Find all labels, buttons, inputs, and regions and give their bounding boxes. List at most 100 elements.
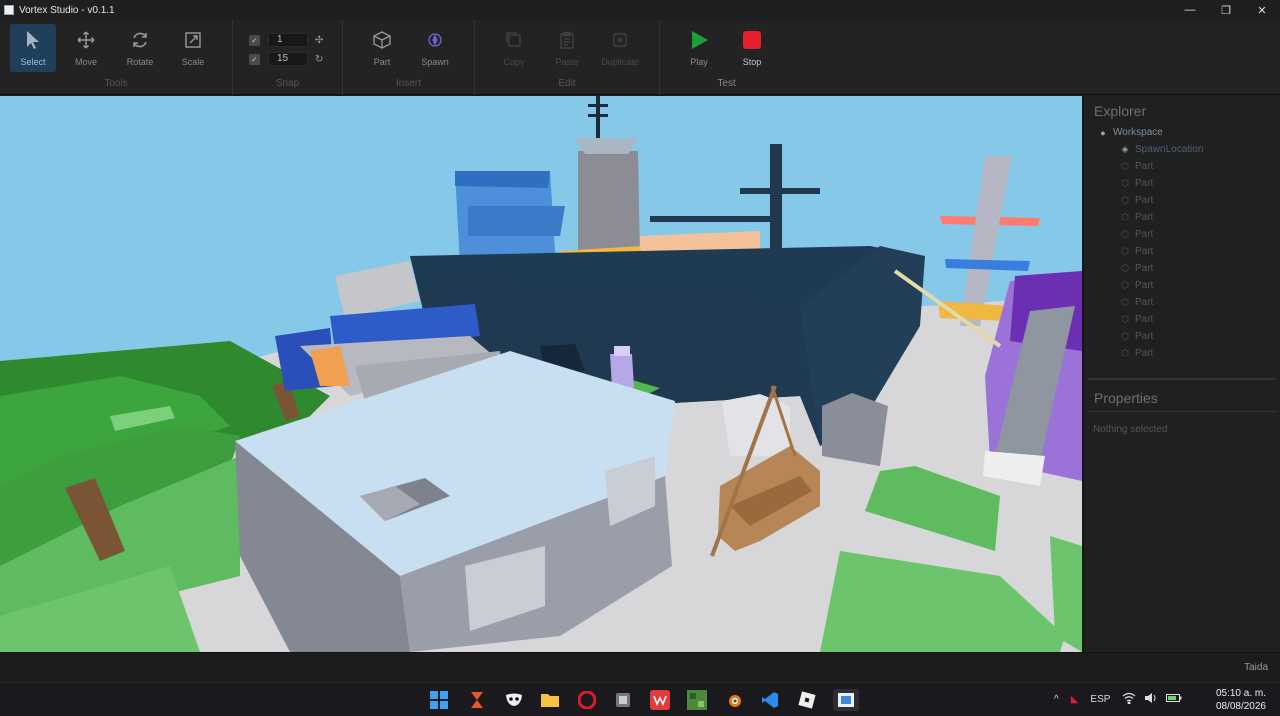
globe-icon: ● <box>1100 127 1106 138</box>
scale-icon <box>182 29 204 51</box>
tree-item-part[interactable]: ⬡ Part <box>1084 328 1280 345</box>
tree-item-part[interactable]: ⬡ Part <box>1084 158 1280 175</box>
rotate-snap-checkbox[interactable]: ✓ <box>249 53 260 65</box>
clipboard-icon <box>556 29 578 51</box>
maximize-button[interactable]: ❐ <box>1208 0 1244 20</box>
tree-item-part[interactable]: ⬡ Part <box>1084 311 1280 328</box>
vortex-studio-taskbar-icon[interactable] <box>833 689 859 711</box>
part-icon: ⬡ <box>1121 280 1129 290</box>
system-tray: ^ ◣ ESP <box>1054 683 1182 716</box>
tree-item-part[interactable]: ⬡ Part <box>1084 277 1280 294</box>
cursor-icon <box>22 29 44 51</box>
antivirus-tray-icon[interactable]: ◣ <box>1071 694 1079 705</box>
explorer-title: Explorer <box>1094 103 1147 119</box>
tree-item-label: Part <box>1135 229 1154 240</box>
rotate-snap-row: ✓ 15 ↻ <box>249 52 323 66</box>
scene-render[interactable] <box>0 96 1082 652</box>
terminal-app-icon[interactable] <box>612 689 634 711</box>
move-snap-checkbox[interactable]: ✓ <box>249 34 260 46</box>
snap-group: ✓ 1 ✣ ✓ 15 ↻ Snap <box>233 20 343 95</box>
scale-tool-button[interactable]: Scale <box>170 24 216 72</box>
edit-group: Copy Paste Duplicate Edit <box>475 20 660 95</box>
tree-item-workspace[interactable]: ● Workspace <box>1084 124 1280 141</box>
play-icon <box>688 29 710 51</box>
insert-part-button[interactable]: Part <box>359 24 405 72</box>
folder-icon[interactable] <box>539 689 561 711</box>
minimize-button[interactable]: — <box>1172 0 1208 20</box>
rotate-tool-button[interactable]: Rotate <box>117 24 163 72</box>
insert-group: Part Spawn Insert <box>343 20 475 95</box>
side-panel: Explorer ● Workspace ◈ SpawnLocation ⬡ Part… <box>1083 96 1280 652</box>
test-group-label: Test <box>717 78 736 89</box>
duplicate-button[interactable]: Duplicate <box>597 24 643 72</box>
tree-item-spawnlocation[interactable]: ◈ SpawnLocation <box>1084 141 1280 158</box>
roblox-icon[interactable] <box>796 689 818 711</box>
opera-browser-icon[interactable] <box>576 689 598 711</box>
tree-item-part[interactable]: ⬡ Part <box>1084 192 1280 209</box>
hourglass-app-icon[interactable] <box>466 689 488 711</box>
test-group: Play Stop Test <box>660 20 793 95</box>
paste-label: Paste <box>555 57 579 67</box>
tree-item-label: Part <box>1135 280 1154 291</box>
battery-icon[interactable] <box>1166 693 1182 706</box>
windows-start-icon[interactable] <box>428 689 450 711</box>
scale-tool-label: Scale <box>181 57 205 67</box>
spawn-icon <box>424 29 446 51</box>
ribbon-toolbar: Select Move Rotate Scale Tools ✓ 1 ✣ ✓ 1… <box>0 20 1280 95</box>
stop-button[interactable]: Stop <box>729 24 775 72</box>
rotate-icon <box>129 29 151 51</box>
part-icon: ⬡ <box>1121 195 1129 205</box>
mask-app-icon[interactable] <box>503 689 525 711</box>
spawn-icon: ◈ <box>1121 144 1129 154</box>
move-snap-input[interactable]: 1 <box>268 33 308 47</box>
rotate-snap-input[interactable]: 15 <box>268 52 308 66</box>
blender-icon[interactable] <box>723 689 745 711</box>
play-button[interactable]: Play <box>676 24 722 72</box>
insert-group-label: Insert <box>395 78 421 89</box>
duplicate-icon <box>609 29 631 51</box>
3d-viewport[interactable] <box>0 96 1082 652</box>
tools-group: Select Move Rotate Scale Tools <box>0 20 233 95</box>
copy-button[interactable]: Copy <box>491 24 537 72</box>
tools-group-label: Tools <box>104 78 128 89</box>
window-controls: — ❐ ✕ <box>1172 0 1280 20</box>
move-tool-button[interactable]: Move <box>63 24 109 72</box>
move-snap-icon: ✣ <box>315 34 324 46</box>
tree-item-part[interactable]: ⬡ Part <box>1084 294 1280 311</box>
select-tool-label: Select <box>20 57 46 67</box>
tree-item-part[interactable]: ⬡ Part <box>1084 345 1280 362</box>
properties-divider <box>1088 411 1276 412</box>
tree-item-part[interactable]: ⬡ Part <box>1084 175 1280 192</box>
rotate-tool-label: Rotate <box>126 57 154 67</box>
clock-date: 08/08/2026 <box>1215 701 1266 712</box>
wps-office-icon[interactable] <box>649 689 671 711</box>
paste-button[interactable]: Paste <box>544 24 590 72</box>
tree-item-label: Part <box>1135 212 1154 223</box>
language-indicator[interactable]: ESP <box>1090 694 1110 705</box>
move-snap-row: ✓ 1 ✣ <box>249 33 323 47</box>
os-taskbar: ^ ◣ ESP 05:10 a. m. 08/08/2026 <box>0 682 1280 715</box>
wifi-icon[interactable] <box>1122 692 1136 707</box>
tree-item-label: Part <box>1135 297 1154 308</box>
select-tool-button[interactable]: Select <box>10 24 56 72</box>
move-tool-label: Move <box>74 57 97 67</box>
app-icon <box>4 5 14 15</box>
tree-item-part[interactable]: ⬡ Part <box>1084 243 1280 260</box>
vscode-icon[interactable] <box>759 689 781 711</box>
minecraft-app-icon[interactable] <box>686 689 708 711</box>
tree-item-part[interactable]: ⬡ Part <box>1084 260 1280 277</box>
part-icon: ⬡ <box>1121 348 1129 358</box>
tray-overflow-chevron[interactable]: ^ <box>1054 694 1059 705</box>
volume-icon[interactable] <box>1144 692 1158 707</box>
copy-icon <box>503 29 525 51</box>
close-button[interactable]: ✕ <box>1244 0 1280 20</box>
username-label: Taida <box>1244 662 1268 673</box>
part-icon: ⬡ <box>1121 161 1129 171</box>
system-clock[interactable]: 05:10 a. m. 08/08/2026 <box>1216 687 1266 713</box>
tree-item-part[interactable]: ⬡ Part <box>1084 226 1280 243</box>
insert-spawn-button[interactable]: Spawn <box>412 24 458 72</box>
tree-item-label: Part <box>1135 161 1154 172</box>
tree-item-part[interactable]: ⬡ Part <box>1084 209 1280 226</box>
part-icon: ⬡ <box>1121 297 1129 307</box>
tree-item-label: SpawnLocation <box>1135 144 1204 155</box>
